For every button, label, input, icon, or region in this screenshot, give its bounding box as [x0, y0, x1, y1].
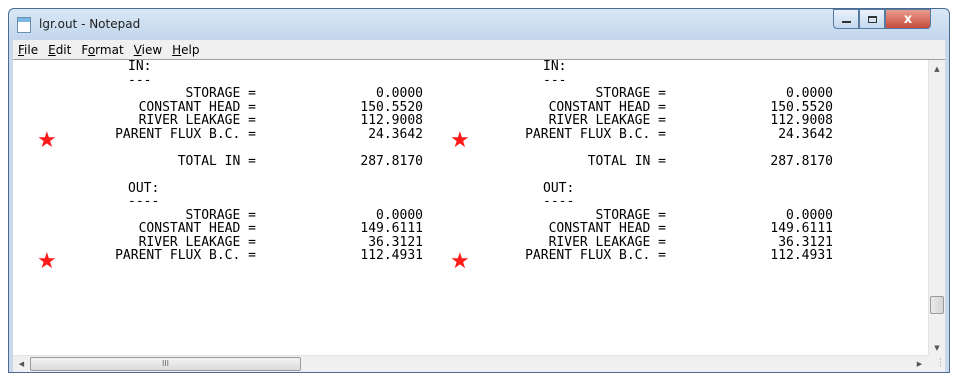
out-storage-label: STORAGE = — [185, 207, 256, 223]
in-divider: --- — [543, 72, 567, 88]
star-annotation-icon: ★ — [37, 128, 57, 153]
total-in-value: 287.8170 — [360, 153, 423, 169]
resize-grip-icon[interactable]: ⋮ — [928, 355, 945, 372]
out-parent-flux-label: PARENT FLUX B.C. = — [115, 248, 256, 263]
maximize-button[interactable] — [859, 9, 885, 29]
out-parent-flux-value: 112.4931 — [770, 248, 833, 263]
out-river-leakage-label: RIVER LEAKAGE = — [548, 234, 666, 250]
scroll-right-icon[interactable]: ▶ — [911, 356, 928, 372]
in-header: IN: — [128, 60, 152, 74]
in-river-leakage-value: 112.9008 — [770, 113, 833, 128]
star-annotation-icon: ★ — [450, 249, 470, 274]
in-storage-value: 0.0000 — [376, 86, 423, 101]
horizontal-scroll-thumb[interactable]: III — [30, 357, 301, 371]
out-constant-head-label: CONSTANT HEAD = — [138, 221, 256, 236]
out-storage-label: STORAGE = — [595, 207, 666, 223]
menu-file[interactable]: File — [13, 43, 43, 57]
scroll-down-icon[interactable]: ▼ — [929, 339, 945, 356]
notepad-window: lgr.out - Notepad x File Edit Format Vie… — [8, 8, 950, 373]
out-river-leakage-value: 36.3121 — [368, 234, 423, 250]
in-divider: --- — [128, 72, 152, 88]
editor-client-area: STORAGE = CONSTANT HEAD = RIVER LEAKAGE … — [13, 59, 945, 372]
in-parent-flux-value: 24.3642 — [368, 126, 423, 142]
star-annotation-icon: ★ — [37, 249, 57, 274]
horizontal-scrollbar[interactable]: ◀ III ▶ — [13, 355, 928, 372]
vertical-scroll-thumb[interactable] — [930, 296, 944, 314]
title-bar[interactable]: lgr.out - Notepad x — [9, 9, 949, 40]
minimize-icon — [841, 21, 851, 23]
out-header: OUT: — [543, 180, 575, 196]
right-values-column: 0.0000 150.5520 112.9008 24.3642 287.817… — [723, 60, 833, 263]
window-title: lgr.out - Notepad — [39, 17, 141, 31]
text-area[interactable]: STORAGE = CONSTANT HEAD = RIVER LEAKAGE … — [13, 60, 928, 356]
in-constant-head-value: 150.5520 — [360, 99, 423, 115]
out-river-leakage-value: 36.3121 — [778, 234, 833, 250]
maximize-icon — [867, 15, 877, 23]
menu-help[interactable]: Help — [167, 43, 204, 57]
in-header: IN: — [543, 60, 567, 74]
menu-view[interactable]: View — [129, 43, 167, 57]
out-storage-value: 0.0000 — [376, 207, 423, 223]
minimize-button[interactable] — [833, 9, 859, 29]
out-river-leakage-label: RIVER LEAKAGE = — [138, 234, 256, 250]
notepad-icon — [17, 17, 31, 33]
in-river-leakage-value: 112.9008 — [360, 113, 423, 128]
left-values-column: 0.0000 150.5520 112.9008 24.3642 287.817… — [313, 60, 423, 263]
total-in-value: 287.8170 — [770, 153, 833, 169]
right-headers-column: IN: --- OUT: ---- — [543, 60, 574, 209]
out-constant-head-value: 149.6111 — [360, 221, 423, 236]
in-parent-flux-value: 24.3642 — [778, 126, 833, 142]
menu-format[interactable]: Format — [76, 43, 128, 57]
close-icon: x — [903, 11, 913, 27]
menu-edit[interactable]: Edit — [43, 43, 76, 57]
out-parent-flux-value: 112.4931 — [360, 248, 423, 263]
out-divider: ---- — [543, 194, 575, 209]
scroll-left-icon[interactable]: ◀ — [13, 356, 30, 372]
star-annotation-icon: ★ — [450, 128, 470, 153]
out-header: OUT: — [128, 180, 160, 196]
out-constant-head-value: 149.6111 — [770, 221, 833, 236]
out-divider: ---- — [128, 194, 160, 209]
close-button[interactable]: x — [885, 9, 931, 29]
scroll-up-icon[interactable]: ▲ — [929, 60, 945, 77]
out-parent-flux-label: PARENT FLUX B.C. = — [525, 248, 666, 263]
left-headers-column: IN: --- OUT: ---- — [128, 60, 159, 209]
out-constant-head-label: CONSTANT HEAD = — [548, 221, 666, 236]
menu-bar: File Edit Format View Help — [13, 40, 945, 59]
vertical-scrollbar[interactable]: ▲ ▼ — [928, 60, 945, 356]
in-constant-head-value: 150.5520 — [770, 99, 833, 115]
out-storage-value: 0.0000 — [786, 207, 833, 223]
in-storage-value: 0.0000 — [786, 86, 833, 101]
